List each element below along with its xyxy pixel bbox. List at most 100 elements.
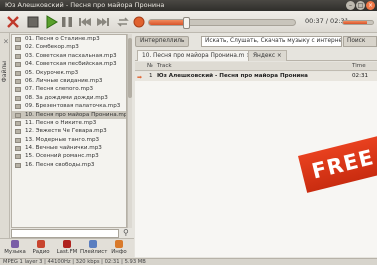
file-name: 10. Песня про майора Пронина.mp3 xyxy=(25,111,127,118)
repeat-icon[interactable] xyxy=(116,15,130,29)
file-name: 15. Осенний романс.mp3 xyxy=(25,153,99,160)
pause-icon[interactable] xyxy=(60,15,74,29)
list-item[interactable]: 13. Модерные танго.mp3 xyxy=(12,136,126,144)
file-name: 13. Модерные танго.mp3 xyxy=(25,136,100,143)
file-name: 01. Песня о Сталине.mp3 xyxy=(25,36,100,42)
file-search-row: ⚲ xyxy=(11,228,132,238)
nav-label: Музыка xyxy=(4,249,26,255)
list-item[interactable]: 08. За дождями дожди.mp3 xyxy=(12,94,126,102)
seek-slider[interactable] xyxy=(148,17,296,29)
list-item[interactable]: 11. Песня о Никите.mp3 xyxy=(12,119,126,127)
file-name: 08. За дождями дожди.mp3 xyxy=(25,94,108,101)
lastfm-icon xyxy=(63,240,71,248)
file-list-scrollbar[interactable] xyxy=(127,34,132,228)
audio-file-icon xyxy=(15,104,21,110)
nav-label: Плейлист xyxy=(80,249,108,255)
music-search-input[interactable]: Искать, Слушать, Скачать музыку с интерн… xyxy=(201,36,342,47)
file-name: 14. Вечные чайнички.mp3 xyxy=(25,145,102,152)
list-item[interactable]: 14. Вечные чайнички.mp3 xyxy=(12,144,126,152)
file-list: 01. Песня о Сталине.mp3 02. Сомбекор.mp3 0… xyxy=(11,34,127,228)
list-item[interactable]: 10. Песня про майора Пронина.mp3 xyxy=(12,110,127,119)
nav-label: Инфо xyxy=(111,249,127,255)
column-time[interactable]: Time xyxy=(352,62,366,71)
nav-music[interactable]: Музыка xyxy=(2,240,28,258)
audio-file-icon xyxy=(15,112,21,118)
audio-file-icon xyxy=(15,146,21,152)
nav-info[interactable]: Инфо xyxy=(106,240,132,258)
play-icon[interactable] xyxy=(44,15,58,29)
close-small-icon[interactable]: × xyxy=(2,37,10,45)
audio-file-icon xyxy=(15,137,21,143)
list-item[interactable]: 06. Личные свидание.mp3 xyxy=(12,77,126,85)
window-title: Юз Алешковский - Песня про майора Пронин… xyxy=(5,1,165,9)
playlist-icon xyxy=(89,240,97,248)
list-item[interactable]: 12. Эвжеств Че Гевара.mp3 xyxy=(12,127,126,135)
radio-icon xyxy=(37,240,45,248)
list-item[interactable]: 16. Песня свободы.mp3 xyxy=(12,161,126,169)
playlist-tabs: 10. Песня про майора Пронина.m × Яндекс … xyxy=(135,50,377,61)
file-name: 12. Эвжеств Че Гевара.mp3 xyxy=(25,128,107,135)
file-name: 11. Песня о Никите.mp3 xyxy=(25,119,97,126)
file-name: 04. Советская песбийская.mp3 xyxy=(25,61,117,68)
audio-file-icon xyxy=(15,87,21,93)
volume-slider[interactable] xyxy=(342,20,374,25)
track-number: 1 xyxy=(149,73,153,79)
nav-label: Радио xyxy=(32,249,50,255)
list-item[interactable]: 09. Брезентовая палаточка.mp3 xyxy=(12,102,126,110)
search-bar: Интерпеллиль Искать, Слушать, Скачать му… xyxy=(135,36,377,47)
nav-playlist[interactable]: Плейлист xyxy=(80,240,108,258)
maximize-icon[interactable]: □ xyxy=(356,1,365,10)
list-item[interactable]: 04. Советская песбийская.mp3 xyxy=(12,60,126,68)
volume-level xyxy=(343,21,367,24)
next-icon[interactable] xyxy=(96,15,110,29)
scrollbar-thumb[interactable] xyxy=(128,38,132,98)
list-item[interactable]: 03. Советская пасхальная.mp3 xyxy=(12,52,126,60)
file-name: 02. Сомбекор.mp3 xyxy=(25,44,79,51)
toolbar: 00:37 / 02:31 xyxy=(0,11,377,33)
list-item[interactable]: 15. Осенний романс.mp3 xyxy=(12,152,126,160)
tab-current-playlist[interactable]: 10. Песня про майора Пронина.m × xyxy=(137,50,257,61)
audio-file-icon xyxy=(15,78,21,84)
table-row[interactable]: ➡ 1 Юз Алешковский - Песня про майора Пр… xyxy=(135,72,377,81)
info-icon xyxy=(115,240,123,248)
music-icon xyxy=(11,240,19,248)
sidebar-tab-label: Файлы xyxy=(1,61,8,83)
now-playing-icon: ➡ xyxy=(137,74,143,81)
seek-handle[interactable] xyxy=(182,17,190,29)
search-button[interactable]: Поиск xyxy=(343,36,377,47)
source-dropdown[interactable]: Интерпеллиль xyxy=(135,36,190,47)
previous-icon[interactable] xyxy=(78,15,92,29)
nav-radio[interactable]: Радио xyxy=(28,240,54,258)
track-table-header: № Track Time xyxy=(135,62,377,71)
list-item[interactable]: 05. Окурочек.mp3 xyxy=(12,69,126,77)
audio-file-icon xyxy=(15,53,21,59)
track-name: Юз Алешковский - Песня про майора Пронин… xyxy=(157,73,308,79)
audio-file-icon xyxy=(15,154,21,160)
record-icon[interactable] xyxy=(132,15,146,29)
audio-file-icon xyxy=(15,162,21,168)
file-name: 07. Песня слепого.mp3 xyxy=(25,86,94,93)
stop-icon[interactable] xyxy=(26,15,40,29)
column-track[interactable]: Track xyxy=(157,62,172,71)
audio-file-icon xyxy=(15,129,21,135)
audio-file-icon xyxy=(15,70,21,76)
sidebar-vertical-tab[interactable]: × Файлы xyxy=(0,33,10,238)
list-item[interactable]: 01. Песня о Сталине.mp3 xyxy=(12,35,126,43)
nav-lastfm[interactable]: Last.FM xyxy=(54,240,80,258)
list-item[interactable]: 07. Песня слепого.mp3 xyxy=(12,85,126,93)
clear-playlist-icon[interactable] xyxy=(6,15,20,29)
audio-file-icon xyxy=(15,62,21,68)
seek-progress xyxy=(149,20,186,25)
file-name: 06. Личные свидание.mp3 xyxy=(25,77,103,84)
minimize-icon[interactable]: – xyxy=(346,1,355,10)
audio-file-icon xyxy=(15,45,21,51)
close-icon[interactable]: × xyxy=(366,1,375,10)
list-item[interactable]: 02. Сомбекор.mp3 xyxy=(12,43,126,51)
column-pos[interactable]: № xyxy=(147,62,153,71)
file-search-input[interactable] xyxy=(11,229,119,238)
tab-yandex[interactable]: Яндекс × xyxy=(248,50,287,61)
audio-file-icon xyxy=(15,95,21,101)
nav-label: Last.FM xyxy=(56,249,78,255)
search-icon[interactable]: ⚲ xyxy=(123,228,129,237)
title-bar: Юз Алешковский - Песня про майора Пронин… xyxy=(0,0,377,11)
